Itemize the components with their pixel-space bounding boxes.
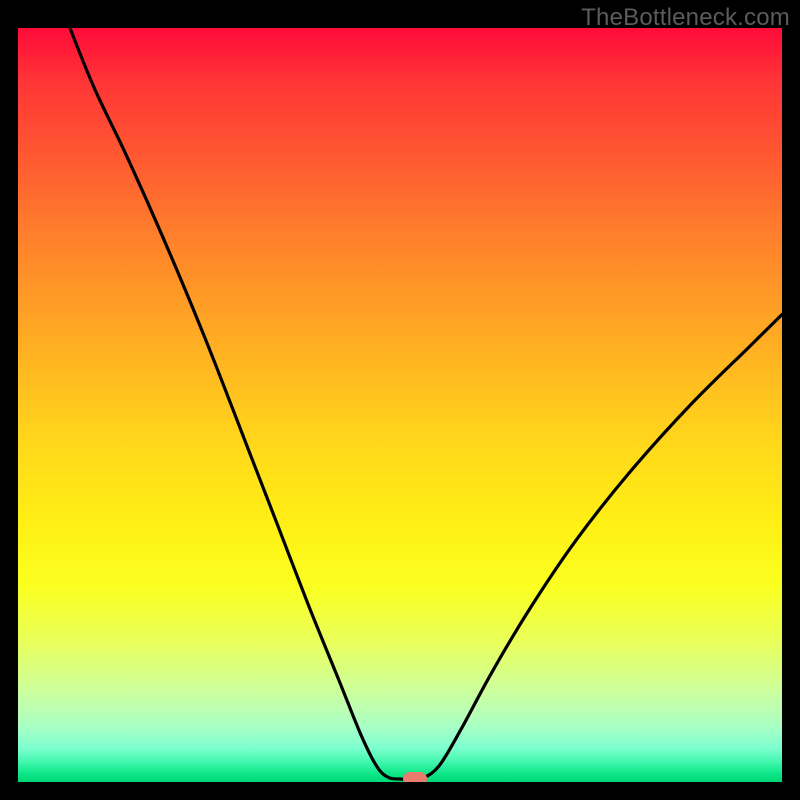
optimum-marker bbox=[403, 772, 427, 782]
chart-frame: TheBottleneck.com bbox=[0, 0, 800, 800]
plot-area bbox=[18, 28, 782, 782]
bottleneck-curve-path bbox=[70, 28, 782, 780]
curve-svg bbox=[18, 28, 782, 782]
